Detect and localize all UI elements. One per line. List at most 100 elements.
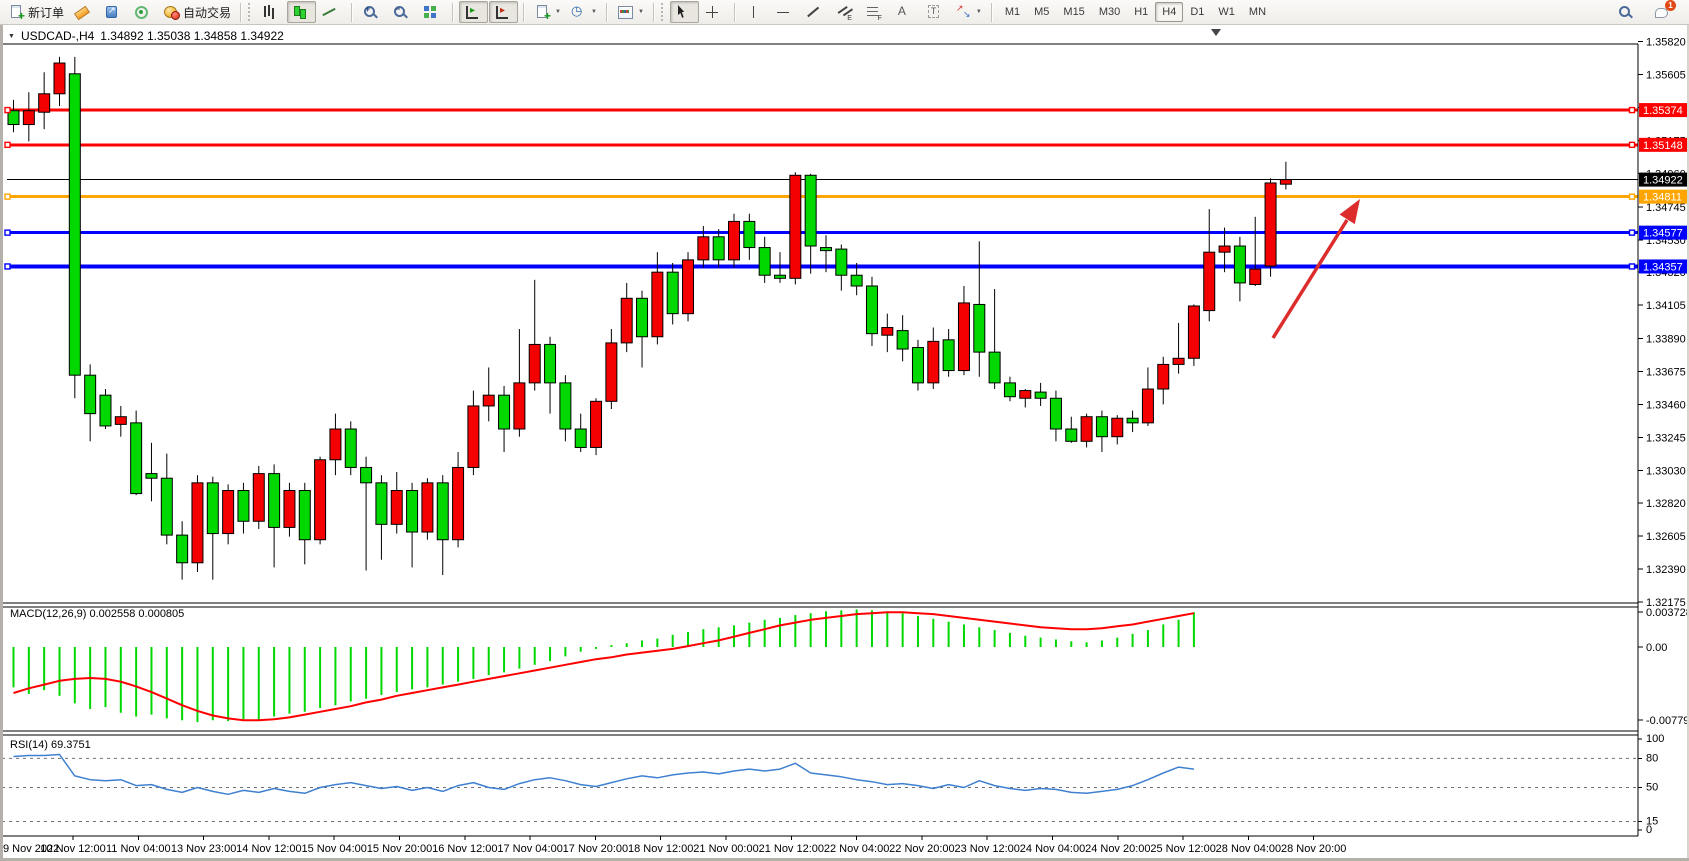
timeframe-m1[interactable]: M1 bbox=[998, 2, 1027, 22]
price-tick-label: 1.33460 bbox=[1646, 399, 1686, 411]
candle-body bbox=[1250, 269, 1261, 284]
dropdown-caret-icon[interactable]: ▼ bbox=[638, 9, 644, 15]
timeframe-m15[interactable]: M15 bbox=[1056, 2, 1091, 22]
timeframe-mn[interactable]: MN bbox=[1242, 2, 1273, 22]
line-handle[interactable] bbox=[5, 142, 10, 147]
candlestick-chart-button[interactable] bbox=[287, 1, 316, 23]
candle-body bbox=[698, 237, 709, 260]
toolbar-group: 新订单 自动交易 bbox=[4, 1, 235, 23]
cursor-button[interactable] bbox=[670, 1, 699, 23]
timeframe-m5[interactable]: M5 bbox=[1027, 2, 1056, 22]
toolbar-group: ▼ bbox=[613, 1, 648, 23]
toolbar: 新订单 自动交易 +− ▼ ▼ ▼ ▼ M1M5M15M30H1H4D1W1MN 1 bbox=[0, 0, 1689, 25]
rsi-tick-label: 100 bbox=[1646, 733, 1664, 745]
timeframe-d1[interactable]: D1 bbox=[1183, 2, 1211, 22]
styler-button[interactable] bbox=[69, 1, 98, 23]
fibonacci-button[interactable] bbox=[861, 1, 890, 23]
chart-title: ▼ USDCAD-,H4 1.34892 1.35038 1.34858 1.3… bbox=[8, 29, 284, 43]
line-chart-button[interactable] bbox=[317, 1, 346, 23]
timeframe-h4[interactable]: H4 bbox=[1155, 2, 1183, 22]
line-handle[interactable] bbox=[1630, 108, 1635, 113]
dropdown-caret-icon[interactable]: ▼ bbox=[555, 9, 561, 15]
periods-button[interactable]: ▼ bbox=[566, 1, 601, 23]
horizontal-line-button[interactable] bbox=[771, 1, 800, 23]
line-handle[interactable] bbox=[5, 194, 10, 199]
horizontal-lines[interactable] bbox=[7, 110, 1638, 266]
candle-body bbox=[1234, 246, 1245, 283]
toolbar-separator bbox=[653, 3, 655, 22]
horizontal-line-icon bbox=[775, 4, 792, 20]
chat-icon: 1 bbox=[1654, 4, 1671, 20]
price-axis[interactable]: 1.358201.356051.353901.351751.349601.347… bbox=[1638, 37, 1686, 610]
collapse-icon[interactable]: ▼ bbox=[8, 33, 15, 40]
time-tick-label: 16 Nov 12:00 bbox=[432, 843, 497, 855]
chart-profile-button[interactable]: ▼ bbox=[613, 1, 648, 23]
line-handle[interactable] bbox=[5, 230, 10, 235]
text-button[interactable] bbox=[891, 1, 920, 23]
line-handle[interactable] bbox=[5, 108, 10, 113]
new-order-icon bbox=[8, 4, 25, 20]
price-badge-label: 1.34577 bbox=[1643, 228, 1683, 240]
autotrading-button[interactable]: 自动交易 bbox=[159, 1, 235, 23]
zoom-out-button[interactable]: − bbox=[388, 1, 417, 23]
candle-body bbox=[422, 483, 433, 532]
candle-body bbox=[483, 395, 494, 406]
line-handle[interactable] bbox=[1630, 230, 1635, 235]
bar-chart-button[interactable] bbox=[257, 1, 286, 23]
candle-body bbox=[545, 344, 556, 382]
timeframe-w1[interactable]: W1 bbox=[1211, 2, 1242, 22]
tile-windows-button[interactable] bbox=[418, 1, 447, 23]
line-handle[interactable] bbox=[1630, 194, 1635, 199]
toolbar-separator bbox=[351, 3, 353, 22]
time-tick-label: 28 Nov 04:00 bbox=[1216, 843, 1281, 855]
chart-ohlc-values: 1.34892 1.35038 1.34858 1.34922 bbox=[100, 29, 284, 43]
trendline-button[interactable] bbox=[801, 1, 830, 23]
channel-button[interactable] bbox=[831, 1, 860, 23]
rsi-line bbox=[14, 755, 1194, 795]
rsi-label: RSI(14) 69.3751 bbox=[10, 739, 91, 751]
candle-body bbox=[223, 491, 234, 534]
time-tick-label: 10 Nov 12:00 bbox=[40, 843, 105, 855]
text-label-button[interactable] bbox=[921, 1, 950, 23]
arrows-button[interactable]: ▼ bbox=[951, 1, 986, 23]
indicator-window-button[interactable] bbox=[459, 1, 488, 23]
price-badges: 1.353741.351481.349221.348111.345771.343… bbox=[1639, 103, 1689, 273]
line-handle[interactable] bbox=[1630, 264, 1635, 269]
candle-body bbox=[468, 406, 479, 468]
mt4-window: 新订单 自动交易 +− ▼ ▼ ▼ ▼ M1M5M15M30H1H4D1W1MN 1 ▼ USD… bbox=[0, 0, 1689, 861]
candle-body bbox=[1204, 252, 1215, 310]
vertical-line-button[interactable] bbox=[741, 1, 770, 23]
new-order-button[interactable]: 新订单 bbox=[4, 1, 68, 23]
candle-body bbox=[284, 491, 295, 528]
chart-shift-marker[interactable] bbox=[1211, 29, 1221, 36]
candle-body bbox=[637, 298, 648, 336]
candle-body bbox=[269, 474, 280, 528]
candle-body bbox=[23, 111, 34, 125]
candle-body bbox=[912, 348, 923, 383]
hline-handles[interactable] bbox=[5, 108, 1635, 269]
add-indicator-button[interactable]: ▼ bbox=[530, 1, 565, 23]
market-watch-button[interactable] bbox=[99, 1, 128, 23]
zoom-in-button[interactable]: + bbox=[358, 1, 387, 23]
candles bbox=[8, 57, 1291, 580]
chart-area[interactable]: 1.358201.356051.353901.351751.349601.347… bbox=[0, 0, 1689, 861]
candle-body bbox=[1142, 389, 1153, 423]
time-tick-label: 13 Nov 23:00 bbox=[171, 843, 236, 855]
time-axis[interactable]: 9 Nov 202210 Nov 12:0011 Nov 04:0013 Nov… bbox=[3, 836, 1346, 855]
notifications-button[interactable]: 1 bbox=[1650, 1, 1679, 23]
signals-button[interactable] bbox=[129, 1, 158, 23]
timeframe-h1[interactable]: H1 bbox=[1127, 2, 1155, 22]
toolbar-group bbox=[257, 1, 346, 23]
line-handle[interactable] bbox=[5, 264, 10, 269]
line-handle[interactable] bbox=[1630, 142, 1635, 147]
timeframe-m30[interactable]: M30 bbox=[1092, 2, 1127, 22]
zoom-in-icon: + bbox=[362, 4, 379, 20]
trend-arrow[interactable] bbox=[1273, 199, 1360, 338]
indicator-window-alt-button[interactable] bbox=[489, 1, 518, 23]
search-button[interactable] bbox=[1613, 1, 1642, 23]
dropdown-caret-icon[interactable]: ▼ bbox=[591, 9, 597, 15]
time-tick-label: 22 Nov 04:00 bbox=[824, 843, 889, 855]
dropdown-caret-icon[interactable]: ▼ bbox=[976, 9, 982, 15]
toolbar-grip bbox=[661, 3, 666, 21]
crosshair-button[interactable] bbox=[700, 1, 729, 23]
